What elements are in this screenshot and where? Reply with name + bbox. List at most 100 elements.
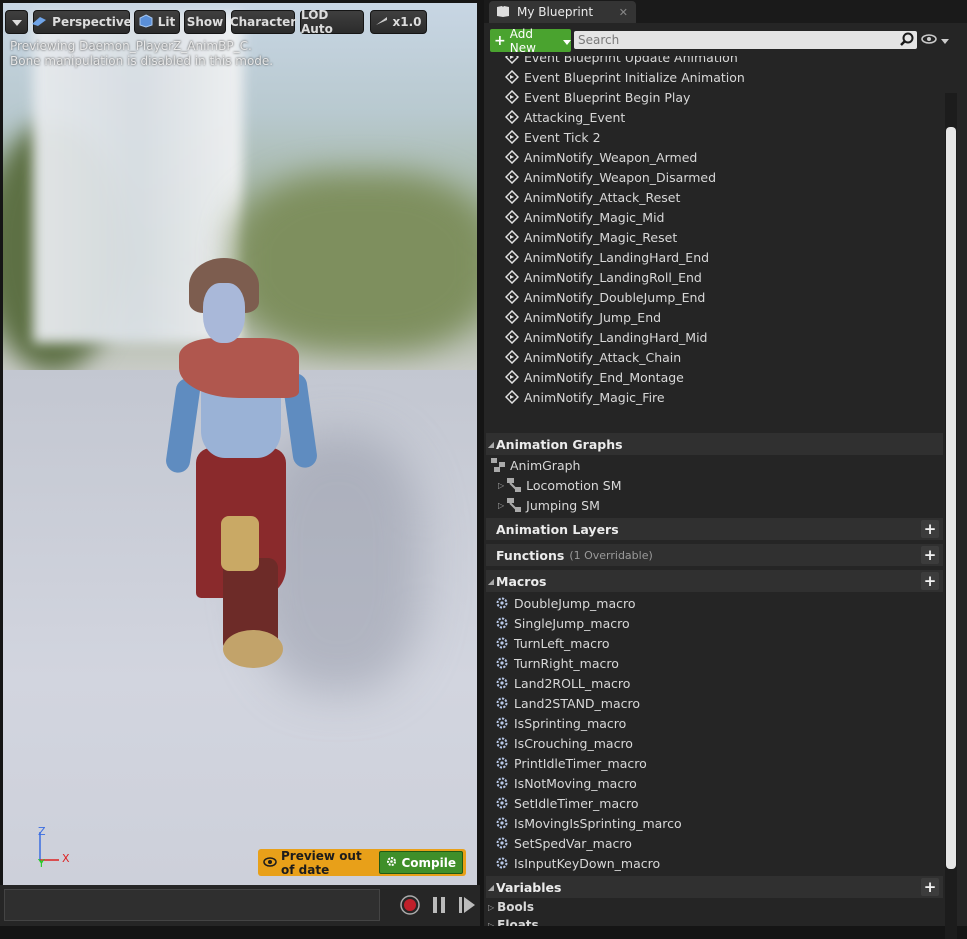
event-icon	[504, 349, 520, 365]
macro-item[interactable]: DoubleJump_macro	[494, 593, 946, 613]
expand-arrow-icon[interactable]: ◢	[486, 440, 496, 449]
category-functions[interactable]: Functions (1 Overridable) +	[486, 544, 943, 566]
search-input[interactable]: Search	[574, 31, 917, 49]
speed-icon	[375, 15, 388, 29]
event-item[interactable]: AnimNotify_Magic_Reset	[504, 227, 946, 247]
character-button[interactable]: Character	[230, 10, 296, 34]
anim-graph-item[interactable]: AnimGraph	[490, 455, 946, 475]
list-item-label: AnimGraph	[510, 457, 581, 473]
variable-group-item[interactable]: ▷ Floats	[488, 916, 539, 926]
list-item-label: AnimNotify_End_Montage	[524, 369, 684, 385]
event-item[interactable]: AnimNotify_Weapon_Armed	[504, 147, 946, 167]
list-item-label: Event Blueprint Update Animation	[524, 56, 738, 65]
state-machine-item[interactable]: ▷ Locomotion SM	[498, 475, 946, 495]
category-animation-layers[interactable]: Animation Layers +	[486, 518, 943, 540]
event-item[interactable]: Event Blueprint Initialize Animation	[504, 67, 946, 87]
add-item-button[interactable]: +	[921, 572, 939, 590]
blueprint-tree: Event Blueprint Update Animation Event Bl…	[484, 56, 946, 926]
lit-button[interactable]: Lit	[134, 10, 180, 34]
list-item-label: TurnRight_macro	[514, 655, 619, 671]
expand-arrow-icon[interactable]: ◢	[486, 577, 496, 586]
state-machine-item[interactable]: ▷ Jumping SM	[498, 495, 946, 515]
macro-item[interactable]: Land2ROLL_macro	[494, 673, 946, 693]
add-new-button[interactable]: + Add New	[490, 27, 571, 55]
macro-item[interactable]: IsSprinting_macro	[494, 713, 946, 733]
event-icon	[504, 389, 520, 405]
list-item-label: AnimNotify_Attack_Reset	[524, 189, 681, 205]
scrollbar-thumb[interactable]	[946, 127, 956, 869]
chevron-down-icon	[941, 33, 949, 47]
event-item[interactable]: AnimNotify_LandingRoll_End	[504, 267, 946, 287]
playback-speed-button[interactable]: x1.0	[370, 10, 427, 34]
my-blueprint-panel: My Blueprint ✕ + Add New Search Event Bl…	[484, 0, 967, 939]
state-machine-icon	[506, 497, 522, 513]
event-item[interactable]: Event Blueprint Begin Play	[504, 87, 946, 107]
category-animation-graphs[interactable]: ◢ Animation Graphs	[486, 433, 943, 455]
add-item-button[interactable]: +	[921, 546, 939, 564]
list-item-label: AnimNotify_Attack_Chain	[524, 349, 682, 365]
event-item[interactable]: AnimNotify_Attack_Reset	[504, 187, 946, 207]
preview-character	[163, 258, 333, 678]
timeline-scrubber[interactable]	[4, 889, 380, 921]
category-variables[interactable]: ◢ Variables +	[486, 876, 943, 898]
macro-item[interactable]: IsMovingIsSprinting_marco	[494, 813, 946, 833]
variable-group-item[interactable]: ▷ Bools	[488, 898, 534, 916]
record-button[interactable]	[400, 895, 420, 918]
expand-arrow-icon[interactable]: ▷	[498, 501, 504, 510]
macro-item[interactable]: TurnRight_macro	[494, 653, 946, 673]
event-item[interactable]: AnimNotify_LandingHard_End	[504, 247, 946, 267]
list-item-label: IsInputKeyDown_macro	[514, 855, 661, 871]
event-item[interactable]: AnimNotify_LandingHard_Mid	[504, 327, 946, 347]
preview-viewport[interactable]: Perspective Lit Show Character LOD Auto …	[3, 3, 477, 885]
expand-arrow-icon[interactable]: ▷	[488, 921, 494, 927]
event-item[interactable]: AnimNotify_Magic_Mid	[504, 207, 946, 227]
macro-item[interactable]: Land2STAND_macro	[494, 693, 946, 713]
macro-item[interactable]: SetSpedVar_macro	[494, 833, 946, 853]
event-item[interactable]: Event Blueprint Update Animation	[504, 56, 946, 67]
compile-button[interactable]: Compile	[379, 851, 463, 874]
event-item[interactable]: Event Tick 2	[504, 127, 946, 147]
macro-gear-icon	[494, 735, 510, 751]
macro-item[interactable]: TurnLeft_macro	[494, 633, 946, 653]
show-button[interactable]: Show	[184, 10, 226, 34]
lod-button[interactable]: LOD Auto	[300, 8, 364, 36]
expand-arrow-icon[interactable]: ▷	[488, 903, 494, 912]
macro-item[interactable]: PrintIdleTimer_macro	[494, 753, 946, 773]
event-item[interactable]: Attacking_Event	[504, 107, 946, 127]
event-icon	[504, 109, 520, 125]
pause-button[interactable]	[432, 896, 446, 917]
lit-cube-icon	[139, 13, 153, 31]
macro-item[interactable]: SetIdleTimer_macro	[494, 793, 946, 813]
viewport-options-button[interactable]	[5, 10, 28, 34]
step-forward-button[interactable]	[458, 896, 476, 917]
event-item[interactable]: AnimNotify_Magic_Fire	[504, 387, 946, 407]
list-item-label: AnimNotify_LandingRoll_End	[524, 269, 702, 285]
macro-item[interactable]: IsCrouching_macro	[494, 733, 946, 753]
event-item[interactable]: AnimNotify_Jump_End	[504, 307, 946, 327]
view-options-button[interactable]	[921, 33, 949, 47]
expand-arrow-icon[interactable]: ◢	[486, 883, 496, 892]
list-item-label: SetSpedVar_macro	[514, 835, 632, 851]
list-item-label: AnimNotify_Jump_End	[524, 309, 662, 325]
list-item-label: PrintIdleTimer_macro	[514, 755, 647, 771]
event-item[interactable]: AnimNotify_End_Montage	[504, 367, 946, 387]
list-item-label: IsMovingIsSprinting_marco	[514, 815, 682, 831]
list-item-label: Event Blueprint Begin Play	[524, 89, 691, 105]
close-icon[interactable]: ✕	[619, 6, 628, 19]
event-item[interactable]: AnimNotify_Attack_Chain	[504, 347, 946, 367]
add-item-button[interactable]: +	[921, 878, 939, 896]
macro-item[interactable]: IsNotMoving_macro	[494, 773, 946, 793]
expand-arrow-icon[interactable]: ▷	[498, 481, 504, 490]
event-icon	[504, 69, 520, 85]
event-icon	[504, 269, 520, 285]
event-item[interactable]: AnimNotify_Weapon_Disarmed	[504, 167, 946, 187]
macro-item[interactable]: SingleJump_macro	[494, 613, 946, 633]
macro-item[interactable]: IsInputKeyDown_macro	[494, 853, 946, 873]
category-sublabel: (1 Overridable)	[569, 548, 653, 562]
playback-bar	[0, 885, 480, 926]
event-item[interactable]: AnimNotify_DoubleJump_End	[504, 287, 946, 307]
add-item-button[interactable]: +	[921, 520, 939, 538]
perspective-button[interactable]: Perspective	[32, 10, 132, 34]
tab-my-blueprint[interactable]: My Blueprint ✕	[489, 1, 636, 23]
category-macros[interactable]: ◢ Macros +	[486, 570, 943, 592]
